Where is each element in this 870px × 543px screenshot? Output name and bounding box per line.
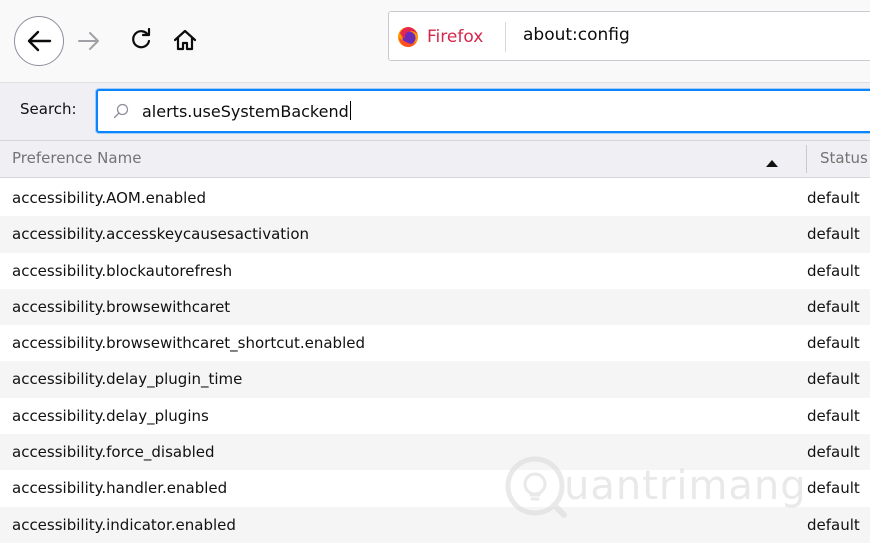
table-row[interactable]: accessibility.delay_plugin_time default xyxy=(0,361,870,398)
preference-name: accessibility.blockautorefresh xyxy=(12,261,233,280)
search-icon xyxy=(113,103,129,123)
preference-name: accessibility.accesskeycausesactivation xyxy=(12,225,310,244)
reload-button[interactable] xyxy=(126,25,156,55)
preference-status: default xyxy=(807,515,860,534)
home-button[interactable] xyxy=(170,25,200,55)
preference-status: default xyxy=(807,406,860,425)
preference-status: default xyxy=(807,225,860,244)
search-label: Search: xyxy=(20,100,77,118)
preference-name: accessibility.browsewithcaret xyxy=(12,297,231,316)
home-icon xyxy=(173,29,197,51)
table-row[interactable]: accessibility.accesskeycausesactivation … xyxy=(0,216,870,253)
table-row[interactable]: accessibility.browsewithcaret default xyxy=(0,288,870,326)
preference-status: default xyxy=(807,479,860,498)
url-separator xyxy=(505,22,506,52)
table-row[interactable]: accessibility.indicator.enabled default xyxy=(0,506,870,543)
search-input[interactable]: alerts.useSystemBackend xyxy=(96,89,870,133)
table-row[interactable]: accessibility.delay_plugins default xyxy=(0,398,870,434)
reload-icon xyxy=(132,28,151,49)
preference-name: accessibility.delay_plugin_time xyxy=(12,370,243,389)
identity-label: Firefox xyxy=(427,27,484,47)
table-header: Preference Name Status xyxy=(0,140,870,178)
forward-arrow-icon xyxy=(78,32,99,50)
column-resizer[interactable] xyxy=(806,145,807,173)
firefox-logo-icon xyxy=(398,27,418,47)
back-button[interactable] xyxy=(14,16,64,66)
table-row[interactable]: accessibility.browsewithcaret_shortcut.e… xyxy=(0,325,870,361)
preference-status: default xyxy=(807,189,860,207)
text-caret xyxy=(349,101,351,120)
column-header-preference-name[interactable]: Preference Name xyxy=(12,149,141,167)
table-row[interactable]: accessibility.blockautorefresh default xyxy=(0,253,870,289)
url-text[interactable]: about:config xyxy=(523,25,630,45)
table-row[interactable]: accessibility.handler.enabled default xyxy=(0,470,870,506)
preference-status: default xyxy=(807,297,860,316)
preference-status: default xyxy=(807,443,860,462)
preference-status: default xyxy=(807,261,860,280)
table-row[interactable]: accessibility.AOM.enabled default xyxy=(0,180,870,216)
preference-name: accessibility.delay_plugins xyxy=(12,406,209,425)
table-row[interactable]: accessibility.force_disabled default xyxy=(0,434,870,471)
preference-status: default xyxy=(807,370,860,389)
column-header-status[interactable]: Status xyxy=(820,149,868,167)
preference-status: default xyxy=(807,334,860,353)
preference-name: accessibility.browsewithcaret_shortcut.e… xyxy=(12,334,365,353)
navigation-toolbar: Firefox about:config xyxy=(0,0,870,82)
preference-name: accessibility.force_disabled xyxy=(12,443,215,462)
preference-name: accessibility.indicator.enabled xyxy=(12,515,236,534)
preferences-table: accessibility.AOM.enabled default access… xyxy=(0,180,870,543)
forward-button[interactable] xyxy=(74,26,104,56)
identity-box[interactable]: Firefox xyxy=(397,22,483,52)
search-row: Search: alerts.useSystemBackend xyxy=(0,82,870,141)
url-bar[interactable]: Firefox about:config xyxy=(388,11,870,61)
back-arrow-icon xyxy=(27,30,52,52)
sort-ascending-icon[interactable] xyxy=(765,153,779,172)
preference-name: accessibility.AOM.enabled xyxy=(12,189,207,207)
preference-name: accessibility.handler.enabled xyxy=(12,479,228,498)
search-input-value[interactable]: alerts.useSystemBackend xyxy=(142,101,351,121)
